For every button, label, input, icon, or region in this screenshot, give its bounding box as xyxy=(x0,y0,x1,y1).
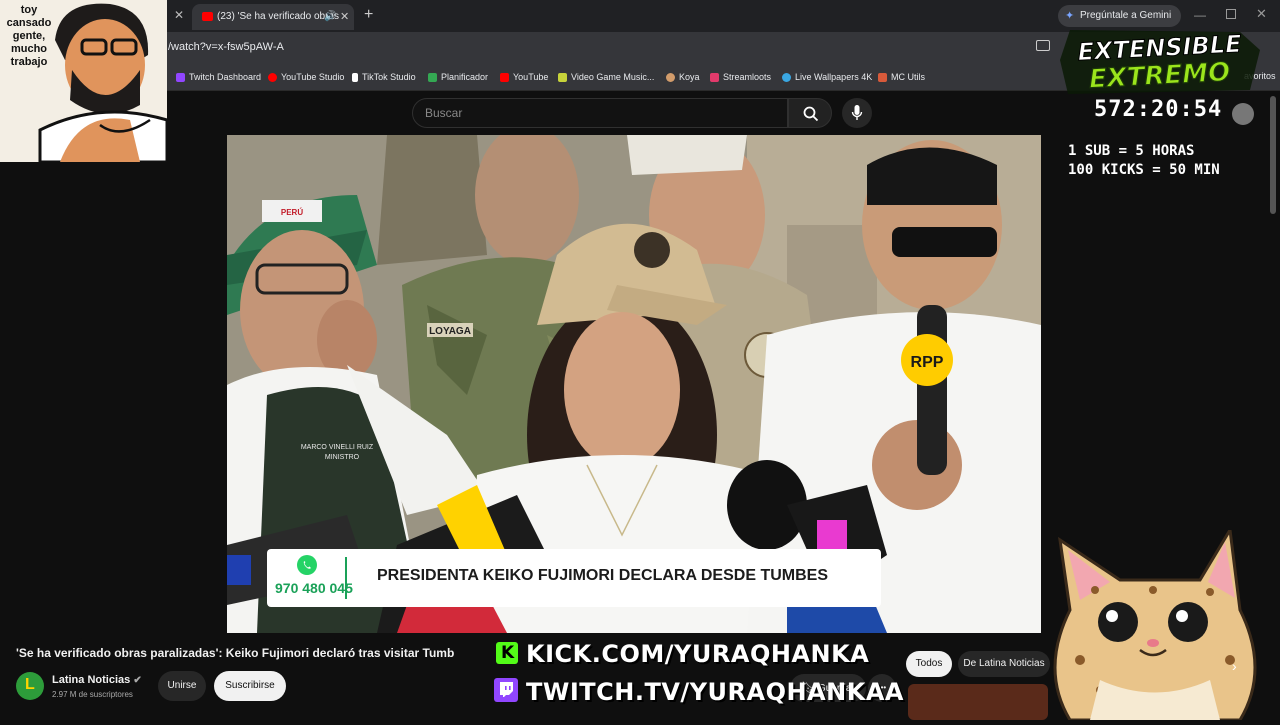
recommended-thumbnail[interactable] xyxy=(908,684,1048,720)
channel-avatar[interactable]: L xyxy=(16,672,44,700)
bookmark-tiktok-studio[interactable]: TikTok Studio xyxy=(352,64,416,90)
bookmark-label: YouTube xyxy=(513,72,549,82)
news-lower-third: 970 480 045 PRESIDENTA KEIKO FUJIMORI DE… xyxy=(267,549,881,607)
vest-role: MINISTRO xyxy=(325,454,360,461)
divider xyxy=(345,557,347,599)
minimize-icon[interactable]: — xyxy=(1194,8,1206,22)
subscriber-count: 2.97 M de suscriptores xyxy=(52,690,133,699)
channel-name-row[interactable]: Latina Noticias ✔ xyxy=(52,674,142,686)
news-headline: PRESIDENTA KEIKO FUJIMORI DECLARA DESDE … xyxy=(377,567,828,584)
bookmark-video-game-music[interactable]: Video Game Music... xyxy=(558,64,654,90)
bookmark-youtube[interactable]: YouTube xyxy=(500,64,548,90)
url-field[interactable]: /watch?v=x-fsw5pAW-A xyxy=(168,41,284,53)
search-input[interactable]: Buscar xyxy=(412,98,788,128)
bookmark-label: Koya xyxy=(679,72,700,82)
chip-de-latina-noticias[interactable]: De Latina Noticias xyxy=(958,651,1050,677)
gemini-button[interactable]: ✦ Pregúntale a Gemini xyxy=(1058,5,1182,27)
youtube-favicon-icon xyxy=(202,12,213,21)
bookmark-mc-utils[interactable]: MC Utils xyxy=(878,64,925,90)
cap-patch: PERÚ xyxy=(281,208,303,217)
bookmark-label: MC Utils xyxy=(891,72,925,82)
verified-icon: ✔ xyxy=(133,675,142,686)
browser-tab-bar: ✕ (23) 'Se ha verificado obras 🔊 ✕ + ✦ P… xyxy=(0,0,1280,32)
kick-url: KICK.COM/YURAQHANKA xyxy=(526,640,870,668)
tiktok-icon xyxy=(352,72,358,82)
voice-search-button[interactable] xyxy=(842,98,872,128)
caption-line: mucho xyxy=(10,43,48,55)
subscribe-button[interactable]: Suscribirse xyxy=(214,671,286,701)
maximize-icon[interactable] xyxy=(1226,9,1236,19)
page-scrollbar[interactable] xyxy=(1270,96,1276,214)
video-title: 'Se ha verificado obras paralizadas': Ke… xyxy=(16,646,455,660)
new-tab-button[interactable]: + xyxy=(364,6,373,24)
caption-line: toy xyxy=(20,4,38,16)
bookmark-live-wallpapers[interactable]: Live Wallpapers 4K xyxy=(782,64,872,90)
whatsapp-number: 970 480 045 xyxy=(275,580,353,596)
search-icon xyxy=(803,106,819,122)
cast-icon[interactable] xyxy=(1036,40,1050,51)
close-window-icon[interactable]: ✕ xyxy=(1256,6,1267,22)
tab-title: (23) 'Se ha verificado obras xyxy=(217,11,339,22)
close-tab-icon[interactable]: ✕ xyxy=(172,8,186,22)
gemini-label: Pregúntale a Gemini xyxy=(1080,10,1172,21)
speaker-icon[interactable]: 🔊 xyxy=(324,4,336,30)
caption-line: trabajo xyxy=(10,56,48,68)
gemini-sparkle-icon: ✦ xyxy=(1065,10,1075,22)
wallpapers-icon xyxy=(782,72,791,82)
chip-todos[interactable]: Todos xyxy=(906,651,952,677)
bookmark-label: Video Game Music... xyxy=(571,72,655,82)
streamloots-icon xyxy=(710,72,719,82)
twitch-url: TWITCH.TV/YURAQHANKAA xyxy=(526,678,904,706)
koya-icon xyxy=(666,72,675,82)
planner-icon xyxy=(428,72,437,82)
bookmark-streamloots[interactable]: Streamloots xyxy=(710,64,771,90)
twitch-icon xyxy=(176,72,185,82)
channel-name: Latina Noticias xyxy=(52,674,131,686)
mc-utils-icon xyxy=(878,72,887,82)
cat-mascot xyxy=(1040,525,1280,722)
bookmark-label: Streamloots xyxy=(723,72,772,82)
chevron-right-icon[interactable]: › xyxy=(1232,658,1237,674)
subathon-timer: 572:20:54 xyxy=(1094,97,1223,122)
bookmark-label: Live Wallpapers 4K xyxy=(795,72,873,82)
tab-youtube[interactable]: (23) 'Se ha verificado obras 🔊 ✕ xyxy=(192,4,354,30)
avatar-caption: toy cansado gente, mucho trabajo xyxy=(6,4,52,69)
bookmark-youtube-studio[interactable]: YouTube Studio xyxy=(268,64,344,90)
streamer-avatar-panel: toy cansado gente, mucho trabajo xyxy=(0,0,167,162)
rpp-mic-logo: RPP xyxy=(911,354,944,371)
bookmark-twitch-dashboard[interactable]: Twitch Dashboard xyxy=(176,64,261,90)
microphone-icon xyxy=(851,105,863,120)
whatsapp-icon xyxy=(297,555,317,575)
vest-name: MARCO VINELLI RUIZ xyxy=(301,444,374,451)
music-icon xyxy=(558,72,567,82)
subathon-logo: EXTENSIBLE EXTREMO xyxy=(1060,29,1260,96)
sub-rule: 1 SUB = 5 HORAS xyxy=(1068,143,1195,159)
youtube-studio-icon xyxy=(268,72,277,82)
bookmark-label: YouTube Studio xyxy=(281,72,345,82)
bookmark-label: TikTok Studio xyxy=(362,72,416,82)
twitch-icon xyxy=(494,678,518,702)
bookmark-planificador[interactable]: Planificador xyxy=(428,64,488,90)
youtube-icon xyxy=(500,72,509,82)
bookmark-label: Planificador xyxy=(441,72,489,82)
badge-name: LOYAGA xyxy=(429,326,471,337)
kick-icon: K xyxy=(496,642,518,664)
join-button[interactable]: Unirse xyxy=(158,671,206,701)
close-tab-icon[interactable]: ✕ xyxy=(340,4,349,30)
bookmark-koya[interactable]: Koya xyxy=(666,64,700,90)
caption-line: gente, xyxy=(12,30,46,42)
caption-line: cansado xyxy=(6,17,52,29)
account-avatar[interactable] xyxy=(1232,103,1254,125)
search-button[interactable] xyxy=(788,98,832,128)
kicks-rule: 100 KICKS = 50 MIN xyxy=(1068,162,1220,178)
bookmark-label: Twitch Dashboard xyxy=(189,72,262,82)
